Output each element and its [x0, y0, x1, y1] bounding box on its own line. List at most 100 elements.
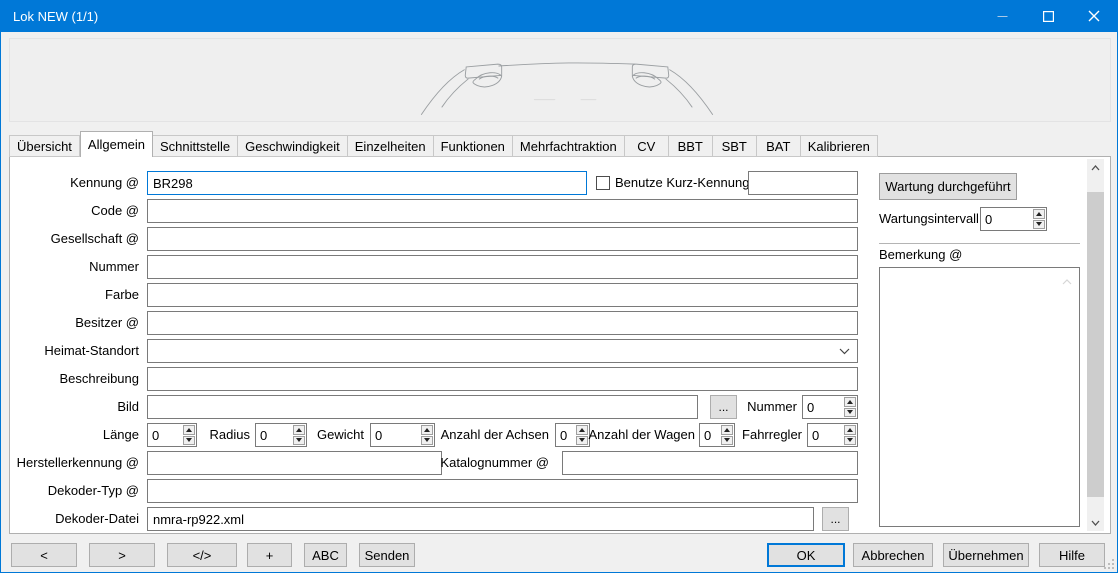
spin-up-icon[interactable] — [1033, 209, 1045, 219]
spin-down-icon[interactable] — [844, 436, 856, 446]
bild-nummer-label: Nummer — [702, 395, 797, 419]
abc-button[interactable]: ABC — [304, 543, 347, 567]
tab-einzelheiten[interactable]: Einzelheiten — [348, 135, 434, 157]
radius-label: Radius — [150, 423, 250, 447]
bemerkung-textarea[interactable] — [879, 267, 1080, 527]
chevron-down-icon — [839, 348, 850, 355]
farbe-input[interactable] — [147, 283, 858, 307]
tab-schnittstelle[interactable]: Schnittstelle — [153, 135, 238, 157]
titlebar: Lok NEW (1/1) — [1, 0, 1117, 32]
spin-down-icon[interactable] — [844, 408, 856, 418]
katalognummer-input[interactable] — [562, 451, 858, 475]
anzahl-achsen-input[interactable] — [556, 424, 575, 446]
tab-allgemein[interactable]: Allgemein — [80, 131, 153, 157]
heimat-standort-combobox[interactable] — [147, 339, 858, 363]
tab-bat[interactable]: BAT — [757, 135, 801, 157]
wartungsintervall-spinner — [980, 207, 1047, 231]
maximize-icon — [1043, 11, 1054, 22]
hilfe-button[interactable]: Hilfe — [1039, 543, 1105, 567]
uebernehmen-button[interactable]: Übernehmen — [943, 543, 1029, 567]
wartung-durchgefuehrt-button[interactable]: Wartung durchgeführt — [879, 173, 1017, 200]
spin-up-icon[interactable] — [844, 425, 856, 435]
dekoder-typ-label: Dekoder-Typ @ — [10, 479, 139, 503]
locomotive-sketch — [397, 38, 737, 122]
dekoder-datei-input[interactable] — [147, 507, 814, 531]
add-button[interactable]: + — [247, 543, 292, 567]
herstellerkennung-label: Herstellerkennung @ — [10, 451, 139, 475]
gewicht-spinner — [370, 423, 435, 447]
besitzer-label: Besitzer @ — [10, 311, 139, 335]
prev-button[interactable]: < — [11, 543, 77, 567]
kurz-kennung-input[interactable] — [748, 171, 858, 195]
kennung-input[interactable] — [147, 171, 587, 195]
tab-cv[interactable]: CV — [625, 135, 669, 157]
besitzer-input[interactable] — [147, 311, 858, 335]
kurz-kennung-label: Benutze Kurz-Kennung — [615, 171, 749, 195]
fahrregler-spinner — [807, 423, 858, 447]
dekoder-datei-browse-button[interactable]: ... — [822, 507, 849, 531]
minimize-icon — [997, 11, 1008, 22]
scroll-down-button[interactable] — [1087, 514, 1104, 531]
maintenance-separator — [879, 243, 1080, 244]
heimat-standort-label: Heimat-Standort — [10, 339, 139, 363]
gesellschaft-input[interactable] — [147, 227, 858, 251]
gewicht-label: Gewicht — [264, 423, 364, 447]
beschreibung-label: Beschreibung — [10, 367, 139, 391]
spin-down-icon[interactable] — [1033, 220, 1045, 230]
wartungsintervall-label: Wartungsintervall — [879, 207, 979, 231]
tab-geschwindigkeit[interactable]: Geschwindigkeit — [238, 135, 348, 157]
bottom-button-bar: < > </> + ABC Senden OK Abbrechen Überne… — [1, 534, 1117, 572]
dekoder-datei-label: Dekoder-Datei — [10, 507, 139, 531]
dekoder-typ-input[interactable] — [147, 479, 858, 503]
gewicht-input[interactable] — [371, 424, 420, 446]
scrollbar-thumb[interactable] — [1087, 192, 1104, 497]
abbrechen-button[interactable]: Abbrechen — [853, 543, 933, 567]
code-input[interactable] — [147, 199, 858, 223]
tab-kalibrieren[interactable]: Kalibrieren — [801, 135, 878, 157]
scroll-up-button[interactable] — [1087, 159, 1104, 176]
senden-button[interactable]: Senden — [359, 543, 415, 567]
panel-scrollbar[interactable] — [1087, 159, 1104, 531]
maximize-button[interactable] — [1025, 0, 1071, 32]
herstellerkennung-input[interactable] — [147, 451, 442, 475]
kennung-label: Kennung @ — [10, 171, 139, 195]
katalognummer-label: Katalognummer @ — [437, 451, 549, 475]
close-icon — [1088, 10, 1100, 22]
ok-button[interactable]: OK — [767, 543, 845, 567]
resize-grip[interactable] — [1102, 557, 1114, 569]
fahrregler-label: Fahrregler — [702, 423, 802, 447]
tab-mehrfachtraktion[interactable]: Mehrfachtraktion — [513, 135, 625, 157]
xml-button[interactable]: </> — [167, 543, 237, 567]
nummer-label: Nummer — [10, 255, 139, 279]
bild-label: Bild — [10, 395, 139, 419]
gesellschaft-label: Gesellschaft @ — [10, 227, 139, 251]
dialog-window: Lok NEW (1/1) — [0, 0, 1118, 573]
textarea-scroll-up-icon — [1062, 273, 1072, 288]
code-label: Code @ — [10, 199, 139, 223]
kurz-kennung-checkbox[interactable] — [596, 176, 610, 190]
next-button[interactable]: > — [89, 543, 155, 567]
spin-up-icon[interactable] — [844, 397, 856, 407]
window-controls — [979, 0, 1117, 32]
laenge-label: Länge — [10, 423, 139, 447]
tab-bar: Übersicht Allgemein Schnittstelle Geschw… — [9, 131, 878, 157]
nummer-input[interactable] — [147, 255, 858, 279]
beschreibung-input[interactable] — [147, 367, 858, 391]
tab-funktionen[interactable]: Funktionen — [434, 135, 513, 157]
close-button[interactable] — [1071, 0, 1117, 32]
anzahl-achsen-label: Anzahl der Achsen — [429, 423, 549, 447]
window-title: Lok NEW (1/1) — [1, 9, 979, 24]
farbe-label: Farbe — [10, 283, 139, 307]
anzahl-wagen-label: Anzahl der Wagen — [575, 423, 695, 447]
scroll-down-icon — [1091, 520, 1100, 526]
fahrregler-input[interactable] — [808, 424, 843, 446]
minimize-button[interactable] — [979, 0, 1025, 32]
bemerkung-label: Bemerkung @ — [879, 245, 962, 265]
bild-nummer-input[interactable] — [803, 396, 843, 418]
wartungsintervall-input[interactable] — [981, 208, 1032, 230]
tab-sbt[interactable]: SBT — [713, 135, 757, 157]
bild-nummer-spinner — [802, 395, 858, 419]
tab-uebersicht[interactable]: Übersicht — [9, 135, 80, 157]
bild-input[interactable] — [147, 395, 698, 419]
tab-bbt[interactable]: BBT — [669, 135, 713, 157]
